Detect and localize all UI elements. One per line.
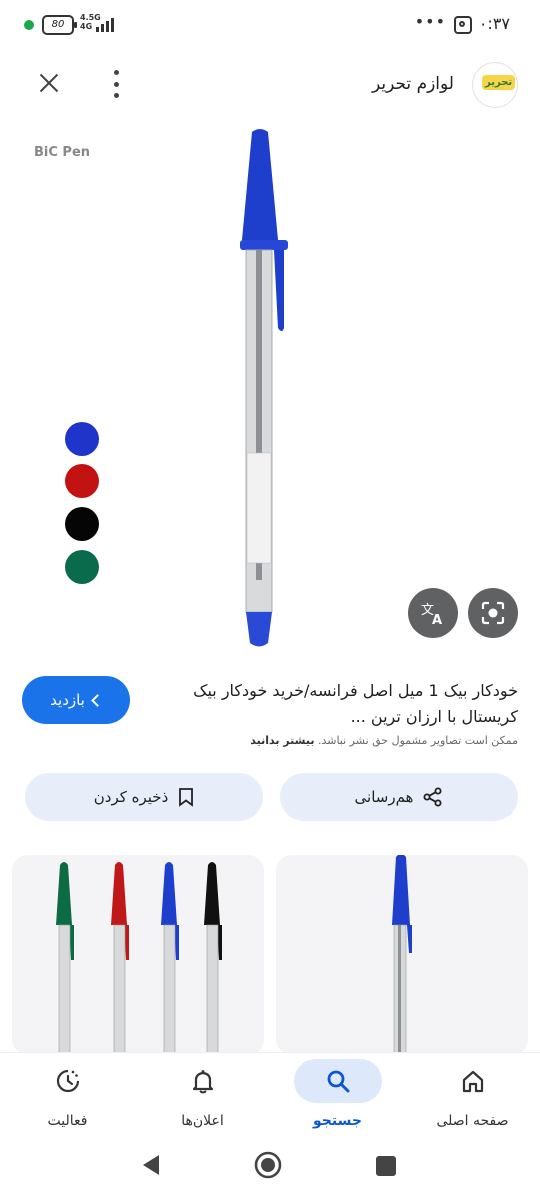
bookmark-icon — [179, 788, 194, 807]
recents-icon[interactable] — [375, 1155, 397, 1177]
related-image-card[interactable] — [12, 855, 264, 1055]
pen-image[interactable] — [238, 128, 294, 653]
color-swatch-red — [65, 464, 99, 498]
chevron-left-icon — [90, 693, 104, 707]
site-name[interactable]: لوازم تحریر — [372, 74, 454, 94]
pen-illustration — [240, 129, 288, 647]
activity-icon — [56, 1069, 79, 1093]
color-swatch-blue — [65, 422, 99, 456]
share-icon — [423, 787, 442, 807]
bell-icon — [192, 1070, 213, 1094]
battery-level: 80 — [51, 19, 65, 30]
share-button[interactable]: هم‌رسانی — [280, 773, 518, 821]
related-pens-image — [56, 862, 222, 1055]
nav-notifications[interactable]: اعلان‌ها — [135, 1053, 270, 1153]
nav-search-label: جستجو — [313, 1113, 362, 1129]
lens-search-button[interactable] — [468, 588, 518, 638]
visit-button[interactable]: بازدید — [22, 676, 130, 724]
copyright-text: ممکن است تصاویر مشمول حق نشر نباشد. — [317, 734, 518, 747]
nav-notifications-label: اعلان‌ها — [181, 1113, 224, 1129]
save-label: ذخیره کردن — [93, 788, 169, 806]
search-icon — [327, 1070, 349, 1093]
home-icon — [462, 1070, 483, 1093]
instagram-icon — [454, 16, 472, 34]
nav-home-label: صفحه اصلی — [436, 1113, 509, 1129]
system-navigation-bar — [0, 1145, 540, 1200]
copyright-notice: ممکن است تصاویر مشمول حق نشر نباشد. بیشت… — [250, 734, 518, 747]
close-button[interactable] — [36, 70, 62, 96]
color-swatch-green — [65, 550, 99, 584]
signal-icon — [96, 16, 114, 32]
related-image-card[interactable] — [276, 855, 528, 1055]
site-logo[interactable]: تحریر — [472, 62, 518, 108]
site-logo-text: تحریر — [482, 75, 516, 90]
nav-activity[interactable]: فعالیت — [0, 1053, 135, 1153]
more-options-button[interactable] — [106, 70, 126, 98]
visit-label: بازدید — [50, 691, 85, 709]
related-pen-image — [392, 855, 412, 1055]
lens-icon — [481, 601, 505, 625]
translate-icon: 文 A — [421, 603, 442, 626]
home-button-icon[interactable] — [254, 1151, 282, 1179]
color-swatch-black — [65, 507, 99, 541]
result-title[interactable]: خودکار بیک 1 میل اصل فرانسه/خرید خودکار … — [168, 678, 518, 730]
privacy-indicator-dot — [24, 20, 34, 30]
clock: ۰:۳۷ — [478, 14, 510, 33]
nav-home[interactable]: صفحه اصلی — [405, 1053, 540, 1153]
translate-button[interactable]: 文 A — [408, 588, 458, 638]
back-icon[interactable] — [140, 1153, 162, 1177]
nav-activity-label: فعالیت — [47, 1113, 88, 1129]
share-label: هم‌رسانی — [354, 788, 414, 806]
nav-search[interactable]: جستجو — [270, 1053, 405, 1153]
status-bar: 80 4.5G 4G ••• ۰:۳۷ — [0, 0, 540, 50]
battery-icon: 80 — [42, 15, 77, 35]
save-button[interactable]: ذخیره کردن — [25, 773, 263, 821]
bottom-navigation: صفحه اصلی جستجو اعلان‌ها فعالیت — [0, 1052, 540, 1153]
svg-text:A: A — [432, 613, 442, 626]
image-brand-label: BiC Pen — [34, 145, 91, 160]
learn-more-link[interactable]: بیشتر بدانید — [250, 734, 314, 747]
notification-overflow-icon: ••• — [414, 12, 446, 31]
